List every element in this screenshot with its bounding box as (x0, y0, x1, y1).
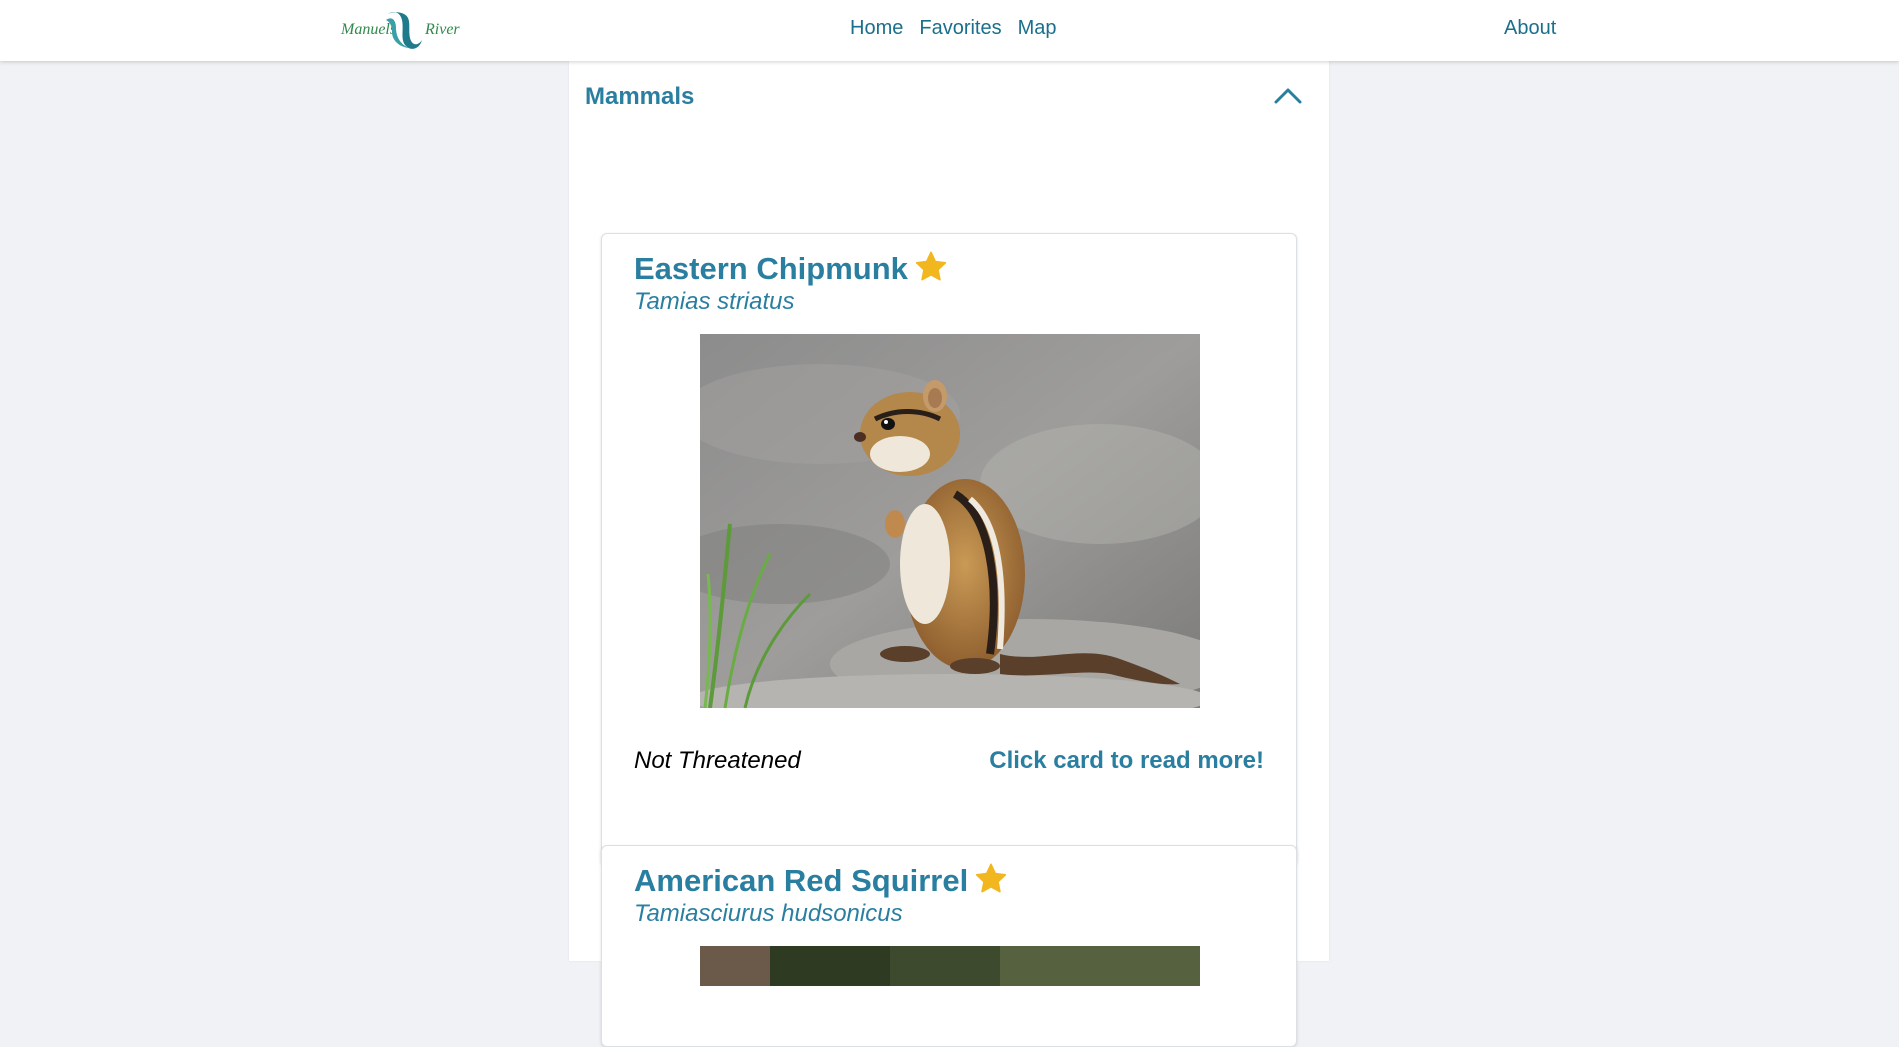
manuels-river-logo[interactable]: Manuels River (341, 10, 463, 52)
section-title: Mammals (585, 83, 695, 110)
scientific-name: Tamias striatus (634, 288, 795, 315)
favorite-star-icon[interactable] (974, 863, 1008, 895)
card-title: American Red Squirrel (634, 863, 1008, 899)
logo-wave-icon (386, 12, 422, 49)
logo-text-right: River (425, 21, 460, 38)
top-navbar: Manuels River Home Favorites Map About (0, 0, 1899, 61)
species-card-eastern-chipmunk[interactable]: Eastern Chipmunk Tamias striatus Not Thr… (601, 233, 1297, 866)
mammals-section-header[interactable]: Mammals (585, 83, 1313, 119)
read-more-link[interactable]: Click card to read more! (989, 747, 1264, 775)
red-squirrel-photo (700, 946, 1200, 986)
scientific-name: Tamiasciurus hudsonicus (634, 900, 903, 927)
chevron-up-icon[interactable] (1273, 85, 1303, 105)
card-title: Eastern Chipmunk (634, 251, 948, 287)
nav-favorites-link[interactable]: Favorites (919, 17, 1001, 40)
nav-home-link[interactable]: Home (850, 17, 903, 40)
nav-about-link[interactable]: About (1504, 17, 1556, 40)
species-card-american-red-squirrel[interactable]: American Red Squirrel Tamiasciurus hudso… (601, 845, 1297, 1047)
nav-links: Home Favorites Map (850, 17, 1057, 40)
species-name: American Red Squirrel (634, 863, 969, 898)
species-panel: Mammals Eastern Chipmunk Tamias striatus (569, 61, 1329, 1047)
conservation-status: Not Threatened (634, 747, 801, 774)
chipmunk-photo (700, 334, 1200, 708)
species-name: Eastern Chipmunk (634, 251, 908, 286)
nav-map-link[interactable]: Map (1018, 17, 1057, 40)
favorite-star-icon[interactable] (914, 251, 948, 283)
